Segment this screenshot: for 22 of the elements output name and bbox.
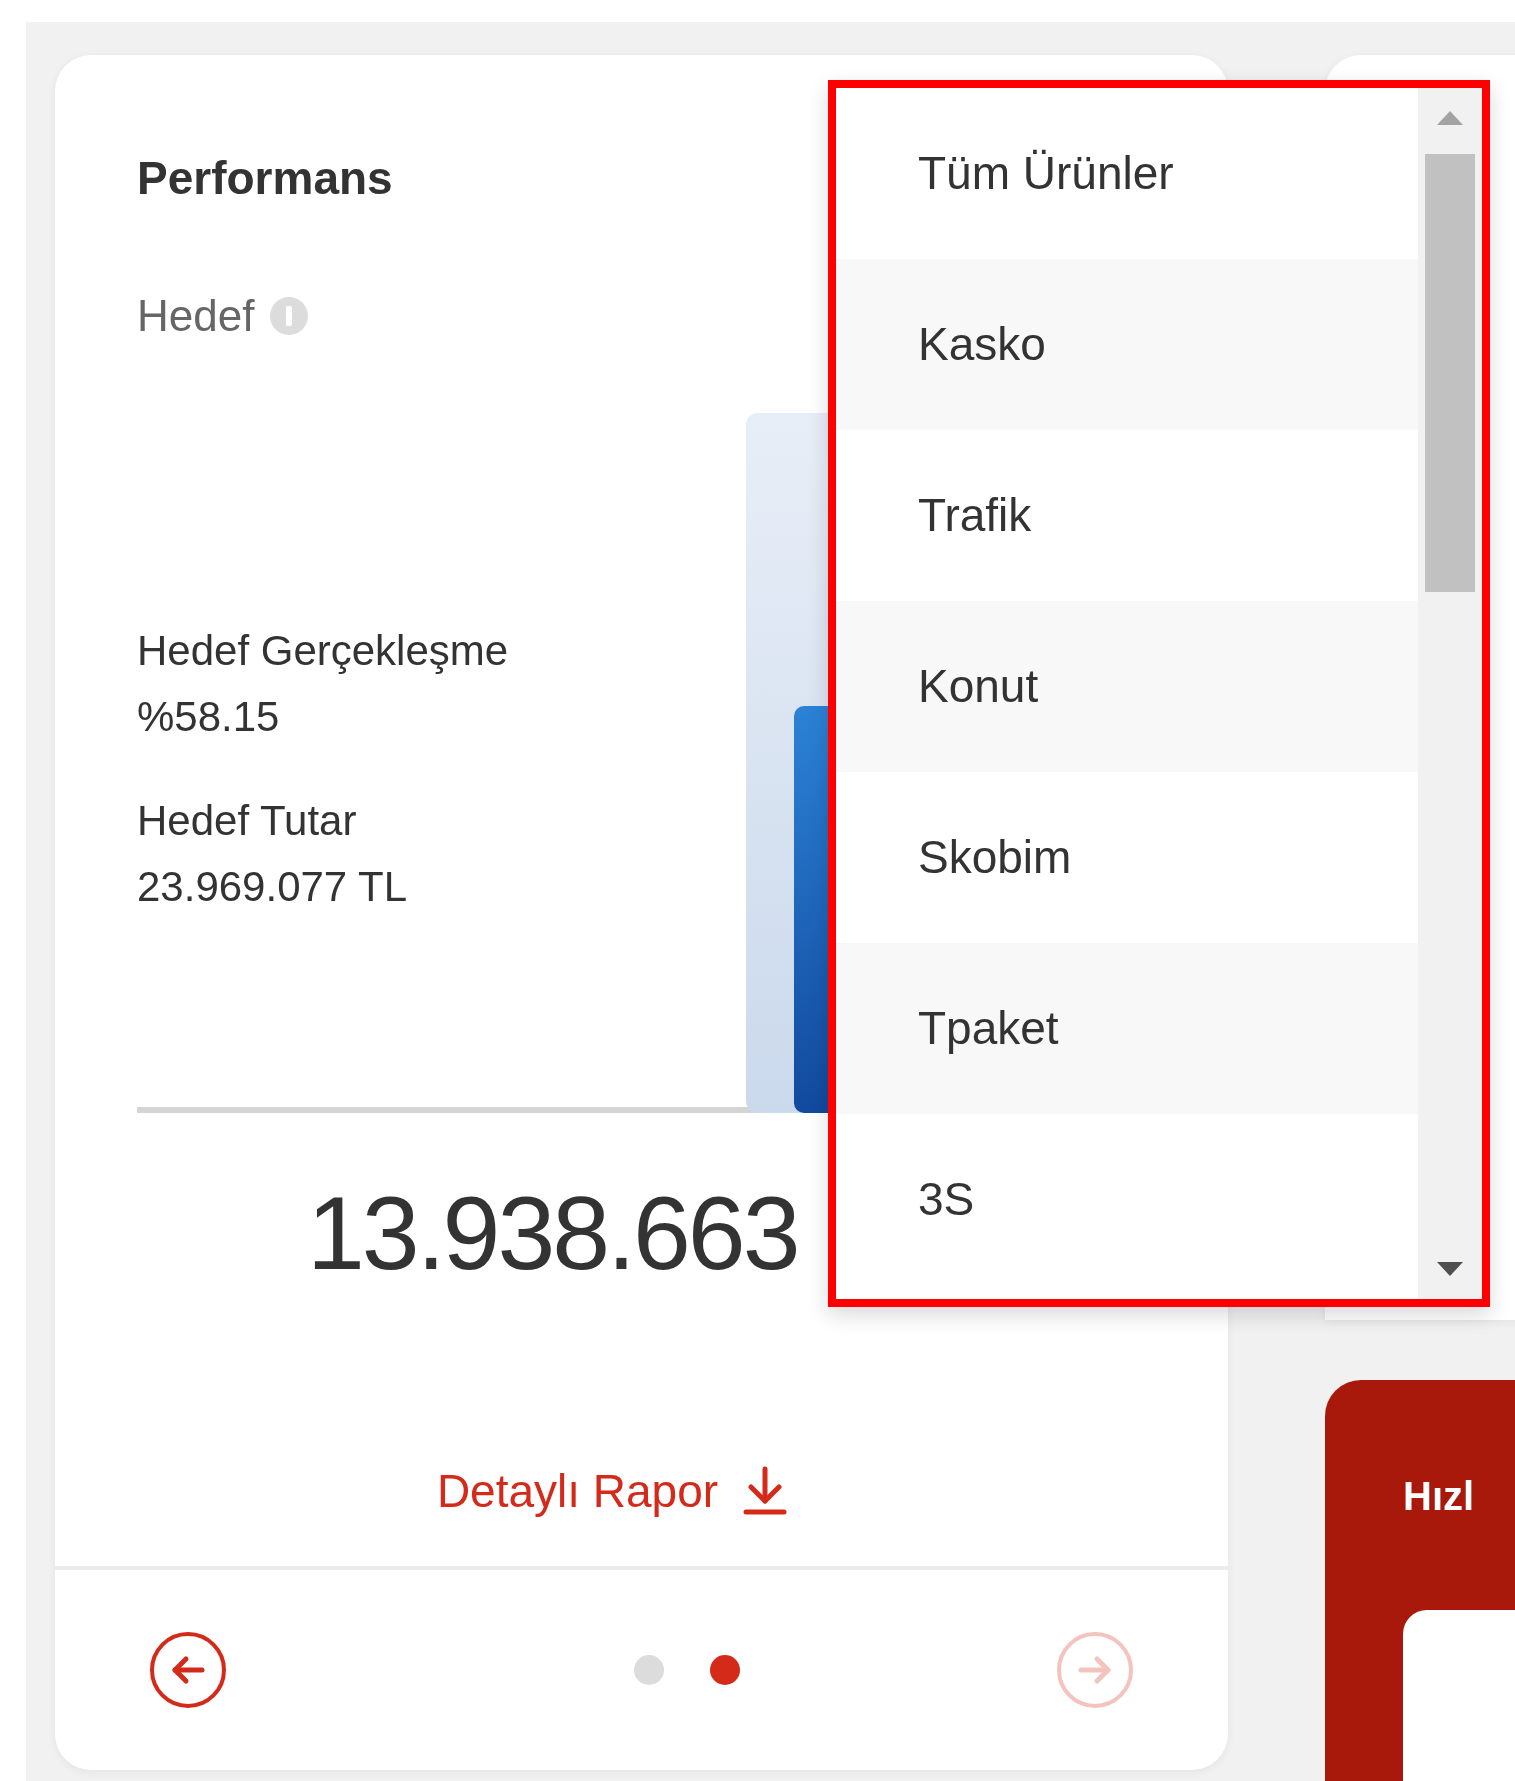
stat-value: %58.15	[137, 692, 281, 742]
detailed-report-link[interactable]: Detaylı Rapor	[436, 1463, 719, 1519]
dropdown-option[interactable]: Kasko	[836, 259, 1418, 430]
card-title: Performans	[137, 153, 393, 203]
dropdown-option[interactable]: Tüm Ürünler	[836, 88, 1418, 259]
stat-value: 23.969.077 TL	[137, 862, 409, 912]
previous-button[interactable]	[150, 1632, 226, 1708]
stat-label: Hedef Gerçekleşme	[137, 626, 510, 676]
stat-label: Hedef Tutar	[137, 796, 358, 846]
left-arrow-icon	[171, 1655, 205, 1685]
target-label: Hedef	[137, 291, 255, 341]
total-amount: 13.938.663	[307, 1174, 798, 1293]
scrollbar-thumb[interactable]	[1425, 154, 1475, 592]
scrollbar[interactable]	[1418, 88, 1482, 1299]
scroll-up-icon[interactable]	[1436, 110, 1464, 126]
panel-title: Hızl	[1403, 1473, 1476, 1520]
dropdown-option[interactable]: Konut	[836, 601, 1418, 772]
scroll-down-icon[interactable]	[1436, 1261, 1464, 1277]
right-arrow-icon	[1078, 1655, 1112, 1685]
download-icon[interactable]	[742, 1466, 789, 1516]
dropdown-option[interactable]: Tpaket	[836, 943, 1418, 1114]
info-icon[interactable]	[270, 297, 309, 335]
